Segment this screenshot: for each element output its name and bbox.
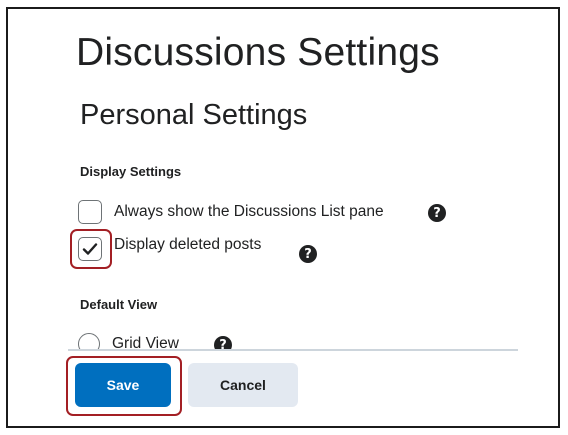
scroll-clip-area: Grid View ? — [68, 327, 528, 350]
save-button[interactable]: Save — [75, 363, 171, 407]
option-always-show-list-pane[interactable]: Always show the Discussions List pane — [78, 200, 384, 224]
question-circle-icon[interactable]: ? — [428, 204, 446, 222]
cancel-button[interactable]: Cancel — [188, 363, 298, 407]
option-display-deleted-posts[interactable]: Display deleted posts — [78, 236, 262, 261]
option-grid-view[interactable]: Grid View — [78, 333, 179, 350]
settings-window: Discussions Settings Personal Settings D… — [6, 7, 560, 428]
checkmark-icon — [82, 243, 98, 255]
option-label: Grid View — [112, 335, 179, 350]
checkbox-always-show-list-pane[interactable] — [78, 200, 102, 224]
default-view-label: Default View — [80, 297, 158, 312]
section-title-personal-settings: Personal Settings — [80, 99, 308, 131]
footer-divider — [68, 349, 518, 351]
option-label: Display deleted posts — [114, 236, 262, 253]
checkbox-display-deleted-posts[interactable] — [78, 237, 102, 261]
radio-grid-view[interactable] — [78, 333, 100, 350]
page-title: Discussions Settings — [76, 31, 440, 74]
option-label: Always show the Discussions List pane — [114, 203, 384, 220]
question-circle-icon[interactable]: ? — [299, 245, 317, 263]
display-settings-label: Display Settings — [80, 164, 182, 179]
question-circle-icon[interactable]: ? — [214, 336, 232, 350]
